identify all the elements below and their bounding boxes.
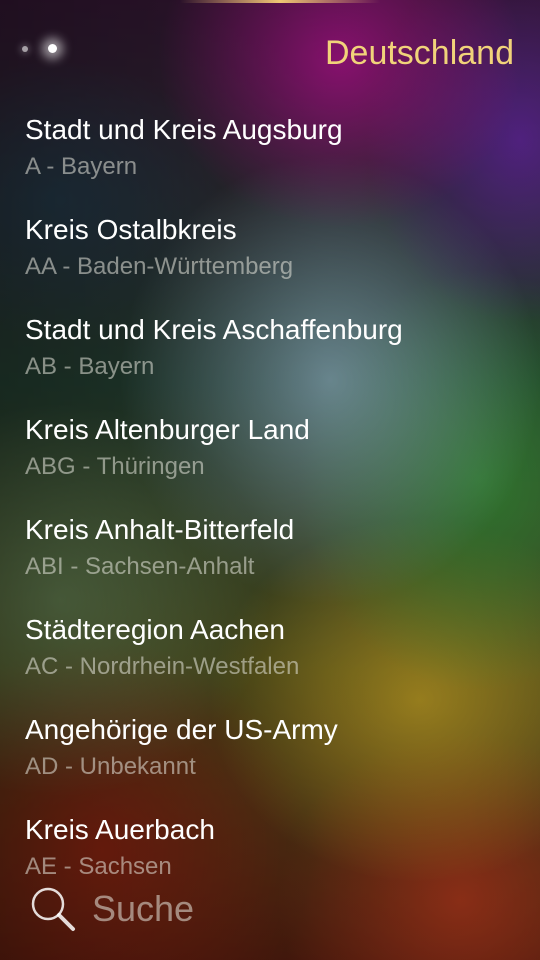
item-title: Kreis Anhalt-Bitterfeld <box>25 514 295 545</box>
page-indicator <box>22 44 57 53</box>
item-subtitle: AC - Nordrhein-Westfalen <box>25 653 300 680</box>
list-item[interactable]: Stadt und Kreis Augsburg A - Bayern <box>0 110 540 210</box>
list-item[interactable]: Kreis Anhalt-Bitterfeld ABI - Sachsen-An… <box>0 510 540 610</box>
item-title: Städteregion Aachen <box>25 614 285 645</box>
item-title: Kreis Auerbach <box>25 814 215 845</box>
district-list: Stadt und Kreis Augsburg A - Bayern Krei… <box>0 110 540 910</box>
item-subtitle: AE - Sachsen <box>25 853 172 880</box>
item-subtitle: AA - Baden-Württemberg <box>25 253 294 280</box>
page-title: Deutschland <box>324 34 514 72</box>
item-subtitle: ABI - Sachsen-Anhalt <box>25 553 255 580</box>
list-item[interactable]: Angehörige der US-Army AD - Unbekannt <box>0 710 540 810</box>
search-placeholder: Suche <box>92 888 195 929</box>
list-item[interactable]: Kreis Ostalbkreis AA - Baden-Württemberg <box>0 210 540 310</box>
list-item[interactable]: Stadt und Kreis Aschaffenburg AB - Bayer… <box>0 310 540 410</box>
item-subtitle: A - Bayern <box>25 153 138 180</box>
item-title: Kreis Ostalbkreis <box>25 214 237 245</box>
list-item[interactable]: Kreis Altenburger Land ABG - Thüringen <box>0 410 540 510</box>
item-subtitle: AD - Unbekannt <box>25 753 196 780</box>
page-dot-1 <box>22 45 28 52</box>
item-subtitle: AB - Bayern <box>25 353 155 380</box>
item-subtitle: ABG - Thüringen <box>25 453 205 480</box>
list-item[interactable]: Städteregion Aachen AC - Nordrhein-Westf… <box>0 610 540 710</box>
search-field[interactable]: Suche <box>28 884 194 934</box>
search-icon <box>31 887 75 931</box>
item-title: Kreis Altenburger Land <box>25 414 310 445</box>
item-title: Stadt und Kreis Augsburg <box>25 114 343 145</box>
item-title: Stadt und Kreis Aschaffenburg <box>25 314 403 345</box>
page-dot-2-active <box>48 44 57 53</box>
pulley-menu-indicator <box>180 0 380 3</box>
item-title: Angehörige der US-Army <box>25 714 338 745</box>
